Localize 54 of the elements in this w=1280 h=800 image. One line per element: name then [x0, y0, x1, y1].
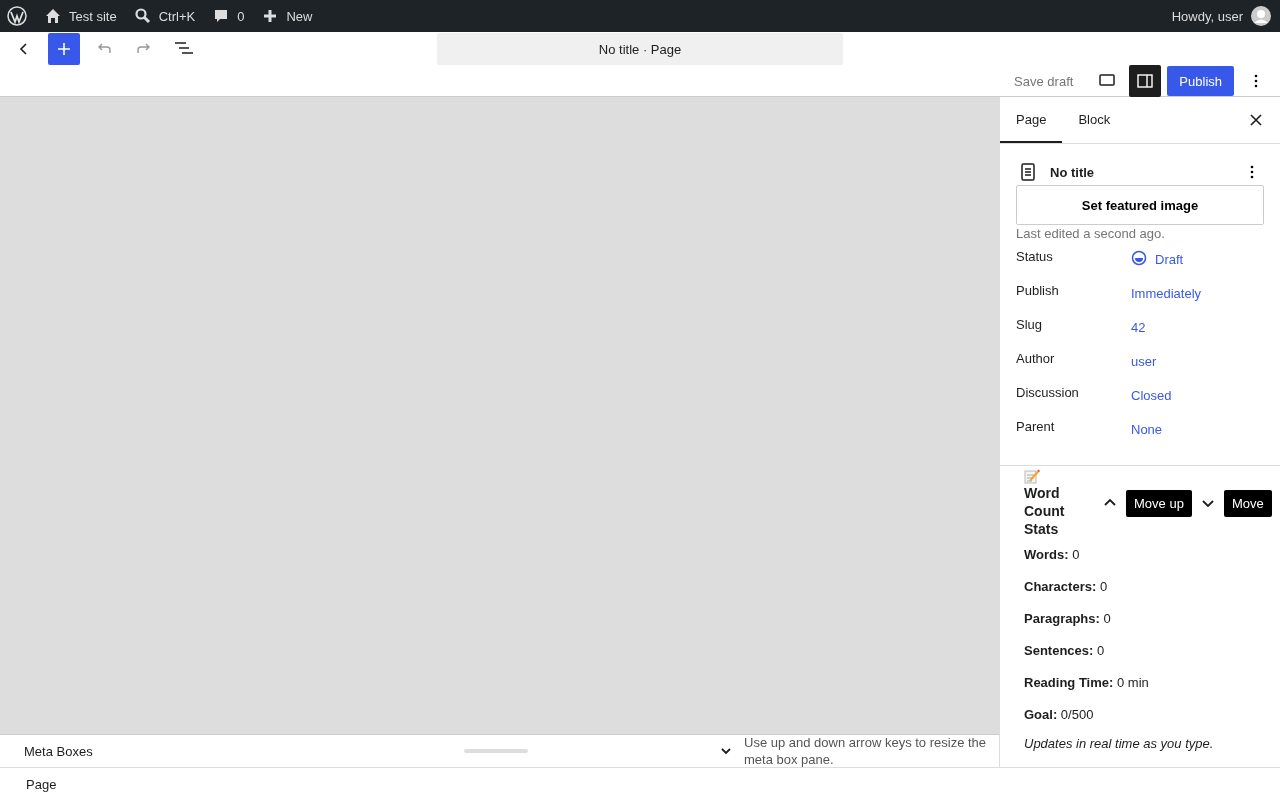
field-label: Publish	[1016, 283, 1060, 298]
stat-line: Reading Time: 0 min	[1024, 673, 1150, 692]
home-icon	[45, 8, 61, 24]
field-label: Status	[1016, 249, 1054, 264]
draft-status-icon	[1131, 250, 1147, 266]
field-value-link[interactable]: 42	[1131, 317, 1146, 335]
update-note: Updates in real time as you type.	[1024, 736, 1215, 751]
stat-line: Characters: 0	[1024, 577, 1109, 596]
stat-line: Sentences: 0	[1024, 641, 1106, 660]
plus-icon	[262, 8, 279, 24]
monitor-icon	[1099, 73, 1116, 89]
comments-link[interactable]: 0	[213, 8, 245, 24]
page-title: No title	[1050, 164, 1095, 180]
field-value-link[interactable]: Immediately	[1131, 283, 1202, 301]
field-label: Slug	[1016, 317, 1044, 332]
publish-button[interactable]: Publish	[1167, 66, 1234, 96]
account-link[interactable]: Howdy, user	[1171, 6, 1271, 26]
field-label: Parent	[1016, 419, 1056, 434]
search-link[interactable]: Ctrl+K	[134, 8, 196, 24]
add-block-button[interactable]	[48, 33, 80, 65]
set-featured-image-button[interactable]: Set featured image	[1016, 185, 1264, 225]
field-label: Author	[1016, 351, 1056, 366]
new-link[interactable]: New	[262, 8, 313, 24]
field-value-link[interactable]: user	[1131, 351, 1157, 369]
wordpress-logo-icon[interactable]	[7, 6, 27, 26]
meta-boxes-title: Meta Boxes	[24, 743, 94, 759]
stat-line: Words: 0	[1024, 545, 1081, 564]
field-label: Discussion	[1016, 385, 1080, 400]
close-icon	[1248, 112, 1264, 128]
field-value-link[interactable]: Closed	[1131, 385, 1172, 403]
stat-line: Paragraphs: 0	[1024, 609, 1112, 628]
tooltip: Move	[1223, 489, 1272, 517]
last-edited-text: Last edited a second ago.	[1016, 226, 1166, 241]
settings-button[interactable]	[1129, 65, 1162, 97]
sidebar-icon	[1137, 73, 1154, 89]
resize-hint: Use up and down arrow keys to resize the meta box pane.	[744, 734, 988, 768]
avatar-icon	[1251, 6, 1271, 26]
widget-title: Word Count Stats	[1024, 484, 1066, 538]
site-link[interactable]: Test site	[45, 8, 117, 24]
plus-icon	[56, 41, 72, 57]
sidebar-tab[interactable]: Page	[1000, 97, 1063, 143]
document-title-bar[interactable]: No title · Page	[436, 33, 844, 65]
field-value-link[interactable]: None	[1131, 419, 1163, 437]
save-draft-button[interactable]: Save draft	[1002, 73, 1086, 89]
search-icon	[134, 8, 151, 24]
sidebar-tab[interactable]: Block	[1062, 97, 1127, 143]
memo-pencil-icon	[1024, 468, 1040, 484]
resize-handle[interactable]	[464, 749, 528, 753]
speech-bubble-icon	[213, 8, 230, 24]
stat-line: Goal: 0/500	[1024, 705, 1095, 724]
page-icon	[1018, 162, 1038, 182]
status-link[interactable]: Draft	[1155, 249, 1184, 267]
tooltip: Move up	[1126, 489, 1192, 517]
breadcrumb[interactable]: Page	[26, 776, 57, 792]
